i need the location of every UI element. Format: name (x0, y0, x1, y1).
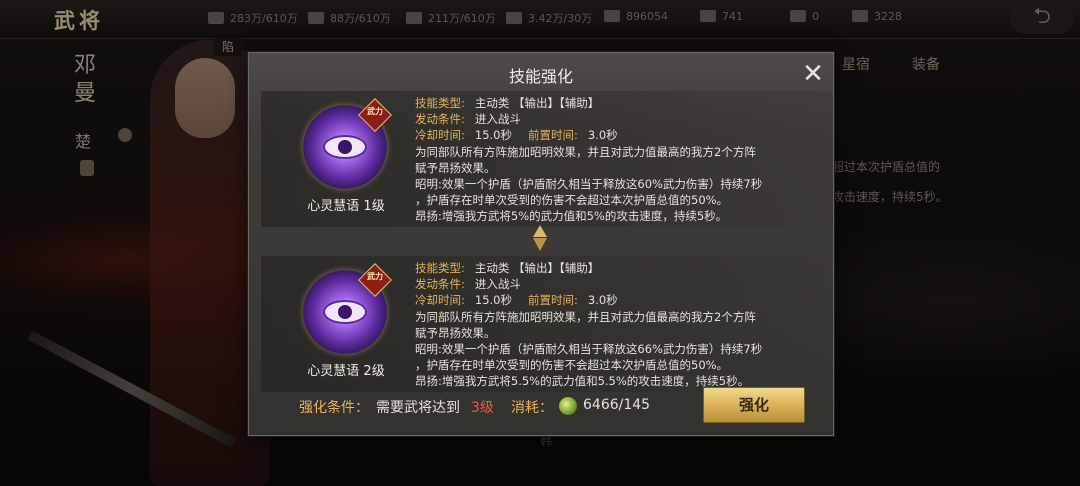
jade-coin-icon (559, 397, 577, 415)
eye-glyph (323, 135, 367, 159)
badge-label: 武力 (367, 107, 383, 116)
psychic-eye-icon: 武力 (303, 263, 392, 354)
condition-text: 需要武将达到 (376, 400, 460, 416)
skill-name: 心灵慧语 1级 (307, 199, 385, 214)
trigger-label: 发动条件: (415, 277, 465, 291)
eye-glyph (323, 300, 367, 324)
precast-value: 3.0秒 (587, 293, 618, 307)
skill-panel-current: 武力 心灵慧语 1级 技能类型: 主动类 【输出】【辅助】 发动条件: 进入战斗 冷… (261, 91, 833, 227)
cost-label: 消耗： (511, 400, 553, 416)
trigger-value: 进入战斗 (474, 112, 521, 126)
cooldown-value: 15.0秒 (474, 128, 512, 142)
skill-enhance-dialog: 技能强化 ✕ 武力 心灵慧语 1级 技能类型: 主动类 【输出】【辅助】 发动条件… (248, 52, 834, 436)
type-value: 主动类 【输出】【辅助】 (474, 261, 600, 275)
cooldown-label: 冷却时间: (415, 128, 465, 142)
skill-info: 技能类型: 主动类 【输出】【辅助】 发动条件: 进入战斗 冷却时间: 15.0秒 前置… (415, 260, 815, 389)
condition-label: 强化条件： (299, 400, 369, 416)
skill-description: 为同部队所有方阵施加昭明效果，并且对武力值最高的我方2个方阵 赋予昂扬效果。 昭… (415, 145, 763, 223)
cost-value: 6466/145 (583, 397, 651, 413)
skill-info: 技能类型: 主动类 【输出】【辅助】 发动条件: 进入战斗 冷却时间: 15.0秒 前置… (415, 95, 815, 224)
cooldown-value: 15.0秒 (474, 293, 512, 307)
psychic-eye-icon: 武力 (303, 98, 392, 189)
type-label: 技能类型: (415, 261, 465, 275)
enhance-button[interactable]: 强化 (703, 387, 805, 423)
close-button[interactable]: ✕ (799, 61, 827, 89)
type-value: 主动类 【输出】【辅助】 (474, 96, 600, 110)
condition-level: 3级 (471, 400, 494, 416)
cooldown-label: 冷却时间: (415, 293, 465, 307)
trigger-value: 进入战斗 (474, 277, 521, 291)
trigger-label: 发动条件: (415, 112, 465, 126)
precast-label: 前置时间: (527, 128, 578, 142)
upgrade-arrow-icon (533, 225, 547, 251)
skill-name: 心灵慧语 2级 (307, 364, 385, 379)
precast-value: 3.0秒 (587, 128, 618, 142)
skill-description: 为同部队所有方阵施加昭明效果，并且对武力值最高的我方2个方阵 赋予昂扬效果。 昭… (415, 310, 763, 388)
precast-label: 前置时间: (527, 293, 578, 307)
badge-label: 武力 (367, 272, 383, 281)
skill-panel-next: 武力 心灵慧语 2级 技能类型: 主动类 【输出】【辅助】 发动条件: 进入战斗 冷… (261, 256, 833, 392)
type-label: 技能类型: (415, 96, 465, 110)
dialog-title: 技能强化 (508, 67, 573, 86)
enhance-footer: 强化条件： 需要武将达到 3级 消耗： 6466/145 强化 (249, 387, 833, 423)
